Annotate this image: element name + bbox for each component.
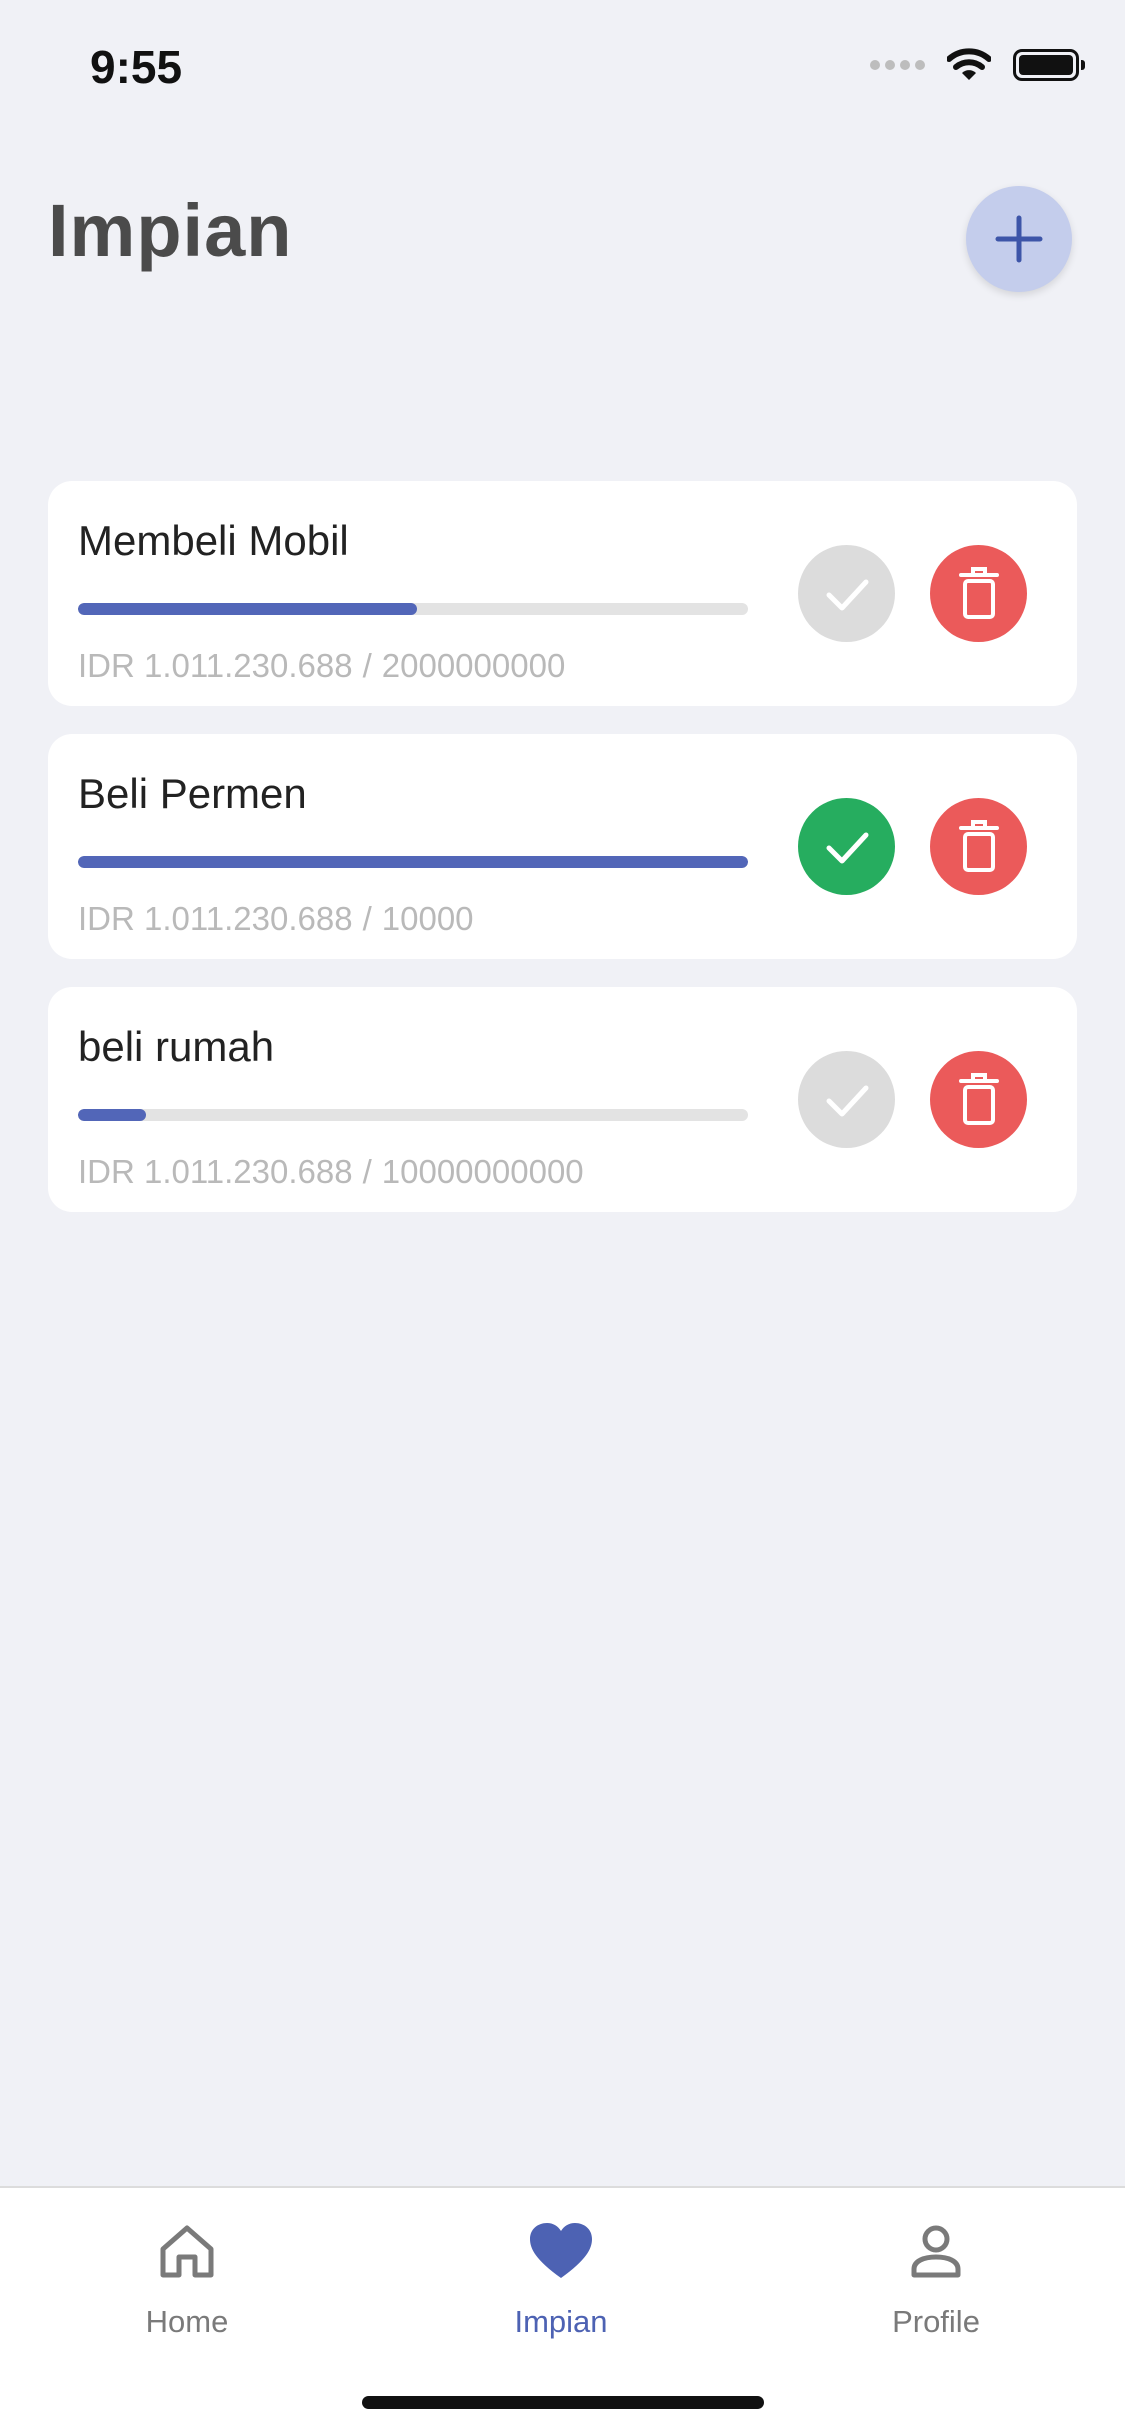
battery-icon [1013,49,1085,81]
home-icon [160,2225,214,2278]
progress-fill [78,603,418,615]
heart-icon [530,2223,592,2278]
progress-fill [78,1109,146,1121]
amount-target: 10000 [381,900,474,937]
dream-amount: IDR 1.011.230.688 / 10000 [78,900,474,938]
delete-button[interactable] [930,798,1027,895]
nav-label: Profile [892,2304,980,2339]
person-icon [911,2225,961,2278]
nav-label: Home [145,2304,229,2339]
amount-separator: / [362,1153,372,1190]
dream-amount: IDR 1.011.230.688 / 2000000000 [78,647,565,685]
dream-title: Beli Permen [78,770,307,817]
dream-card[interactable]: Beli Permen IDR 1.011.230.688 / 10000 [48,734,1077,959]
signal-icon [870,60,925,70]
dream-list: Membeli Mobil IDR 1.011.230.688 / 200000… [48,481,1077,1240]
amount-separator: / [362,900,372,937]
amount-separator: / [362,647,372,684]
status-time: 9:55 [90,41,183,93]
nav-item-impian[interactable]: Impian [461,2216,661,2340]
progress-bar [78,856,748,868]
trash-icon [958,819,999,872]
amount-target: 10000000000 [381,1153,584,1190]
check-icon [826,1085,868,1116]
dream-amount: IDR 1.011.230.688 / 10000000000 [78,1153,584,1191]
plus-icon [995,215,1043,263]
amount-target: 2000000000 [381,647,566,684]
nav-item-home[interactable]: Home [87,2216,287,2340]
wifi-icon [947,48,991,80]
progress-bar [78,603,748,615]
nav-item-profile[interactable]: Profile [836,2216,1036,2340]
home-indicator [362,2396,764,2409]
amount-saved: IDR 1.011.230.688 [78,1153,353,1190]
nav-label: Impian [514,2304,608,2339]
page-title: Impian [48,189,293,272]
add-dream-button[interactable] [966,186,1072,292]
amount-saved: IDR 1.011.230.688 [78,900,353,937]
progress-fill [78,856,748,868]
delete-button[interactable] [930,1051,1027,1148]
trash-icon [958,1072,999,1125]
status-icons [870,48,1085,82]
trash-icon [958,566,999,619]
check-icon [826,832,868,863]
dream-title: Membeli Mobil [78,517,349,564]
dream-card[interactable]: Membeli Mobil IDR 1.011.230.688 / 200000… [48,481,1077,706]
complete-button[interactable] [798,798,895,895]
check-icon [826,579,868,610]
complete-button[interactable] [798,545,895,642]
delete-button[interactable] [930,545,1027,642]
dream-card[interactable]: beli rumah IDR 1.011.230.688 / 100000000… [48,987,1077,1212]
complete-button[interactable] [798,1051,895,1148]
progress-bar [78,1109,748,1121]
amount-saved: IDR 1.011.230.688 [78,647,353,684]
dream-title: beli rumah [78,1023,275,1070]
status-bar: 9:55 [0,0,1125,132]
